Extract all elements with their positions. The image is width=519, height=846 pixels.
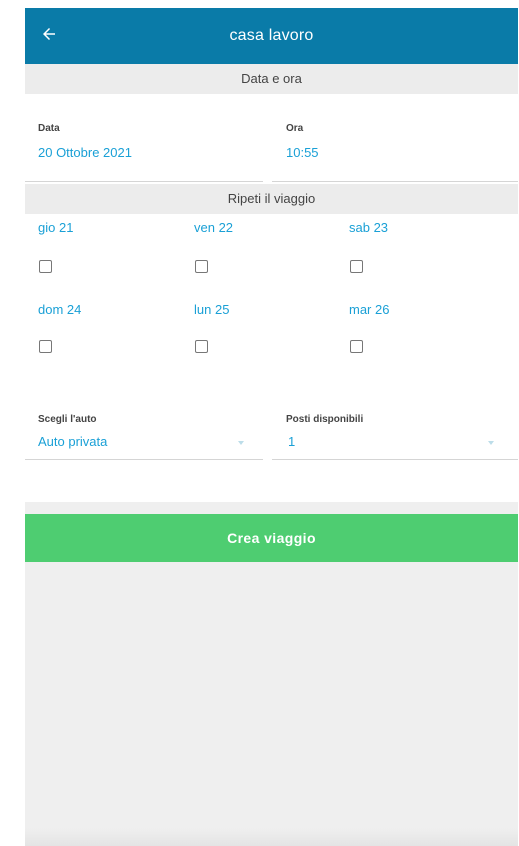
checkbox-mar-26[interactable]: [350, 340, 363, 353]
section-header-repeat: Ripeti il viaggio: [25, 184, 518, 214]
day-label-mar-26: mar 26: [349, 302, 390, 317]
app-bar: casa lavoro: [25, 8, 518, 64]
checkbox-sab-23[interactable]: [350, 260, 363, 273]
spacer: [25, 502, 518, 514]
checkbox-gio-21[interactable]: [39, 260, 52, 273]
car-label: Scegli l'auto: [38, 414, 97, 425]
arrow-left-icon: [43, 28, 55, 40]
time-field-underline: [272, 181, 518, 182]
checkbox-dom-24[interactable]: [39, 340, 52, 353]
time-field[interactable]: 10:55: [286, 145, 319, 160]
create-trip-button[interactable]: Crea viaggio: [25, 514, 518, 562]
day-label-ven-22: ven 22: [194, 220, 234, 235]
day-label-dom-24: dom 24: [38, 302, 82, 317]
car-select-underline: [25, 459, 263, 460]
seats-dropdown-arrow-icon[interactable]: [488, 441, 494, 445]
day-label-gio-21: gio 21: [38, 220, 74, 235]
back-button[interactable]: [37, 22, 61, 46]
car-dropdown-arrow-icon[interactable]: [238, 441, 244, 445]
section-header-datetime: Data e ora: [25, 64, 518, 94]
seats-select-underline: [272, 459, 518, 460]
car-section: Scegli l'auto Auto privata Posti disponi…: [25, 414, 518, 502]
bottom-shadow: [25, 828, 518, 846]
checkbox-ven-22[interactable]: [195, 260, 208, 273]
seats-select[interactable]: 1: [288, 434, 295, 449]
time-label: Ora: [286, 123, 304, 134]
day-label-sab-23: sab 23: [349, 220, 389, 235]
checkbox-lun-25[interactable]: [195, 340, 208, 353]
repeat-days-grid: gio 21 ven 22 sab 23 dom 24 lun 25 mar 2…: [25, 214, 518, 414]
car-select[interactable]: Auto privata: [38, 434, 107, 449]
page-title: casa lavoro: [229, 27, 314, 44]
app-screen: casa lavoro Data e ora Data 20 Ottobre 2…: [25, 8, 518, 846]
date-field-underline: [25, 181, 263, 182]
date-field[interactable]: 20 Ottobre 2021: [38, 145, 132, 160]
datetime-section: Data 20 Ottobre 2021 Ora 10:55: [25, 94, 518, 184]
day-label-lun-25: lun 25: [194, 302, 230, 317]
seats-label: Posti disponibili: [286, 414, 364, 425]
date-label: Data: [38, 123, 60, 134]
